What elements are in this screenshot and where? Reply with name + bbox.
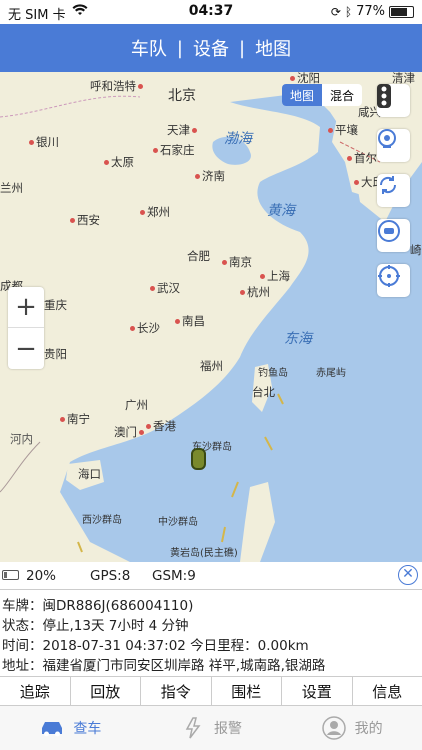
nav-bar: 车队 | 设备 | 地图 [0,24,422,72]
locate-target-button[interactable] [377,264,410,297]
island-label: 钓鱼岛 [258,368,288,379]
city-label: 重庆 [44,298,67,312]
city-label: 海口 [78,467,101,481]
device-battery-icon [2,570,19,580]
city-label: 澳门 [114,426,146,439]
city-label: 平壤 [328,124,358,137]
city-label: 杭州 [240,286,270,299]
city-label: 石家庄 [153,144,195,157]
plate-line: 车牌：闽DR886J(686004110) [2,598,194,614]
city-label: 太原 [104,156,134,169]
playback-button[interactable]: 回放 [71,677,141,705]
tab-label: 查车 [73,721,102,737]
command-button[interactable]: 指令 [141,677,212,705]
city-label: 广州 [125,398,148,412]
refresh-button[interactable] [377,174,410,207]
car-icon [39,717,65,739]
vehicle-center-button[interactable] [377,219,410,252]
city-label: 北京 [168,88,196,104]
gsm-signal: GSM:9 [152,568,196,584]
close-icon[interactable]: ✕ [398,565,418,585]
tab-label: 报警 [214,721,242,737]
island-label: 西沙群岛 [82,515,122,526]
nav-tab-device[interactable]: 设备 [193,35,229,61]
island-label: 中沙群岛 [158,517,198,528]
address-line: 地址：福建省厦门市同安区圳岸路 祥平,城南路,银湖路 [2,658,326,674]
island-label: 赤尾屿 [316,368,346,379]
nav-separator: | [176,37,183,59]
bluetooth-icon: ᛒ [344,4,353,19]
city-label: 南宁 [60,413,90,426]
map-type-toggle: 地图 混合 [282,84,362,106]
action-bar: 追踪 回放 指令 围栏 设置 信息 [0,676,422,706]
nav-tab-fleet[interactable]: 车队 [131,35,167,61]
city-label: 天津 [167,124,199,137]
city-label: 香港 [146,420,176,433]
city-label: 贵阳 [44,347,67,361]
gps-signal: GPS:8 [90,568,131,584]
city-label: 长沙 [130,322,160,335]
city-label: 西安 [70,214,100,227]
city-label: 南京 [222,256,252,269]
city-label: 上海 [260,270,290,283]
map-type-hybrid[interactable]: 混合 [322,84,362,106]
city-label: 合肥 [187,249,210,263]
city-label: 台北 [252,385,275,399]
city-label: 郑州 [140,206,170,219]
zoom-out-button[interactable]: − [8,328,44,369]
city-label: 银川 [29,136,59,149]
app-root: 无 SIM 卡 04:37 ⟳ ᛒ 77% 车队 | 设备 | 地图 呼和浩特 … [0,0,422,750]
device-battery-percent: 20% [26,568,57,584]
city-label: 济南 [195,170,225,183]
nav-separator: | [239,37,246,59]
map-geography [0,92,422,562]
nav-tab-map[interactable]: 地图 [255,35,291,61]
map-type-standard[interactable]: 地图 [282,84,322,106]
user-icon [321,716,347,740]
status-bar: 无 SIM 卡 04:37 ⟳ ᛒ 77% [0,0,422,24]
geofence-button[interactable]: 围栏 [212,677,282,705]
sea-label: 黄海 [267,203,295,219]
city-label: 武汉 [150,282,180,295]
device-status-row: 20% GPS:8 GSM:9 ✕ [0,562,422,590]
location-button[interactable] [377,129,410,162]
vehicle-info-panel: 20% GPS:8 GSM:9 ✕ 车牌：闽DR886J(686004110) … [0,562,422,676]
city-label: 呼和浩特 [90,80,145,93]
tab-check-car[interactable]: 查车 [0,706,141,750]
alarm-icon [180,717,206,739]
map-view[interactable]: 呼和浩特 北京 沈阳 清津 银川 天津 石家庄 太原 平壤 咸兴 首尔 兰州 济… [0,72,422,562]
city-label: 首尔 [347,152,377,165]
battery-percent: 77% [356,4,385,19]
tab-alarm[interactable]: 报警 [141,706,282,750]
info-button[interactable]: 信息 [353,677,422,705]
rotation-lock-icon: ⟳ [330,4,341,19]
traffic-light-button[interactable] [377,84,410,117]
vehicle-marker[interactable] [191,448,206,470]
zoom-control: + − [8,287,44,369]
island-label: 黄岩岛(民主礁) [170,548,238,559]
city-label: 河内 [10,432,33,446]
zoom-in-button[interactable]: + [8,287,44,328]
tab-bar: 查车 报警 我的 [0,706,422,750]
city-label: 福州 [200,359,223,373]
battery-icon [389,5,414,18]
time-line: 时间：2018-07-31 04:37:02 今日里程：0.00km [2,638,309,654]
sea-label: 东海 [284,331,312,347]
city-label: 崎 [410,243,422,257]
track-button[interactable]: 追踪 [0,677,71,705]
status-line: 状态：停止,13天 7小时 4 分钟 [2,618,189,634]
tab-profile[interactable]: 我的 [281,706,422,750]
settings-button[interactable]: 设置 [282,677,353,705]
tab-label: 我的 [354,721,383,737]
city-label: 兰州 [0,181,23,195]
city-label: 南昌 [175,315,205,328]
sea-label: 渤海 [224,131,252,147]
